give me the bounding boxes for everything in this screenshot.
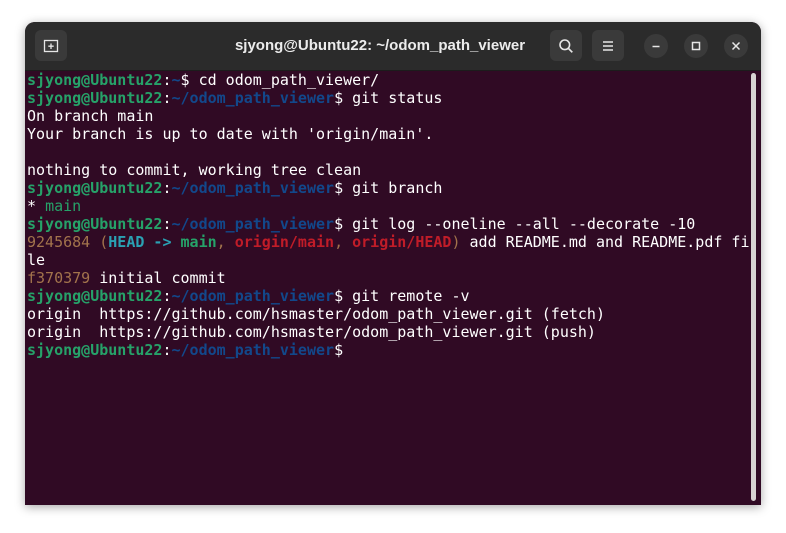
commit-hash: f370379 <box>27 269 91 287</box>
terminal-output[interactable]: sjyong@Ubuntu22:~$ cd odom_path_viewer/ … <box>25 71 761 505</box>
prompt-colon: : <box>162 71 172 89</box>
prompt-dollar: $ <box>180 71 190 89</box>
command-text: git remote -v <box>343 287 470 305</box>
terminal-line-git-branch: sjyong@Ubuntu22:~/odom_path_viewer$ git … <box>27 179 442 197</box>
title-bar: sjyong@Ubuntu22: ~/odom_path_viewer <box>25 22 761 71</box>
prompt-user: sjyong@Ubuntu22 <box>27 341 163 359</box>
prompt-user: sjyong@Ubuntu22 <box>27 215 163 233</box>
prompt-path: ~/odom_path_viewer <box>171 179 335 197</box>
log-line-1-wrap: le <box>27 251 46 269</box>
window-title: sjyong@Ubuntu22: ~/odom_path_viewer <box>234 37 526 54</box>
close-button[interactable] <box>724 34 748 58</box>
output-line: Your branch is up to date with 'origin/m… <box>27 125 434 143</box>
minimize-button[interactable] <box>644 34 668 58</box>
branch-name: main <box>45 197 82 215</box>
prompt-colon: : <box>162 287 172 305</box>
terminal-line-cd: sjyong@Ubuntu22:~$ cd odom_path_viewer/ <box>27 71 379 89</box>
command-text: git log --oneline --all --decorate -10 <box>343 215 696 233</box>
ref-origin-main: origin/main <box>234 233 335 251</box>
prompt-dollar: $ <box>334 341 344 359</box>
command-text: cd odom_path_viewer/ <box>189 71 380 89</box>
new-tab-icon <box>43 39 59 52</box>
ref-origin-head: origin/HEAD <box>352 233 452 251</box>
branch-star: * <box>27 197 46 215</box>
prompt-path: ~/odom_path_viewer <box>171 89 335 107</box>
commit-message: initial commit <box>90 269 226 287</box>
prompt-dollar: $ <box>334 215 344 233</box>
remote-push-line: origin https://github.com/hsmaster/odom_… <box>27 323 596 341</box>
menu-button[interactable] <box>592 30 624 61</box>
maximize-icon <box>691 41 701 51</box>
prompt-user: sjyong@Ubuntu22 <box>27 179 163 197</box>
prompt-path: ~/odom_path_viewer <box>171 287 335 305</box>
terminal-window: sjyong@Ubuntu22: ~/odom_path_viewer sjyo… <box>25 22 761 505</box>
prompt-dollar: $ <box>334 287 344 305</box>
terminal-line-git-remote: sjyong@Ubuntu22:~/odom_path_viewer$ git … <box>27 287 470 305</box>
log-line-1: 9245684 (HEAD -> main, origin/main, orig… <box>27 233 749 251</box>
prompt-colon: : <box>162 215 172 233</box>
close-icon <box>731 41 741 51</box>
current-prompt: sjyong@Ubuntu22:~/odom_path_viewer$ <box>27 341 343 359</box>
terminal-line-git-status: sjyong@Ubuntu22:~/odom_path_viewer$ git … <box>27 89 442 107</box>
ref-head: HEAD -> <box>108 233 181 251</box>
output-line: nothing to commit, working tree clean <box>27 161 362 179</box>
scrollbar[interactable] <box>751 73 756 501</box>
branch-line: * main <box>27 197 81 215</box>
prompt-path: ~ <box>171 71 181 89</box>
ref-separator: , <box>216 233 235 251</box>
prompt-dollar: $ <box>334 89 344 107</box>
prompt-dollar: $ <box>334 179 344 197</box>
commit-message: add README.md and README.pdf fi <box>460 233 750 251</box>
prompt-colon: : <box>162 341 172 359</box>
prompt-user: sjyong@Ubuntu22 <box>27 287 163 305</box>
ref-separator: , <box>334 233 353 251</box>
prompt-colon: : <box>162 179 172 197</box>
search-icon <box>559 38 573 53</box>
search-button[interactable] <box>550 30 582 61</box>
commit-hash: 9245684 <box>27 233 91 251</box>
ref-paren-open: ( <box>90 233 109 251</box>
output-line: On branch main <box>27 107 154 125</box>
minimize-icon <box>652 45 660 48</box>
prompt-user: sjyong@Ubuntu22 <box>27 89 163 107</box>
prompt-colon: : <box>162 89 172 107</box>
command-text: git status <box>343 89 443 107</box>
prompt-path: ~/odom_path_viewer <box>171 341 335 359</box>
hamburger-menu-icon <box>603 40 613 51</box>
maximize-button[interactable] <box>684 34 708 58</box>
ref-main: main <box>180 233 217 251</box>
log-line-2: f370379 initial commit <box>27 269 226 287</box>
terminal-line-git-log: sjyong@Ubuntu22:~/odom_path_viewer$ git … <box>27 215 695 233</box>
prompt-path: ~/odom_path_viewer <box>171 215 335 233</box>
ref-paren-close: ) <box>451 233 461 251</box>
command-text: git branch <box>343 179 443 197</box>
prompt-user: sjyong@Ubuntu22 <box>27 71 163 89</box>
new-tab-button[interactable] <box>35 30 67 61</box>
remote-fetch-line: origin https://github.com/hsmaster/odom_… <box>27 305 605 323</box>
